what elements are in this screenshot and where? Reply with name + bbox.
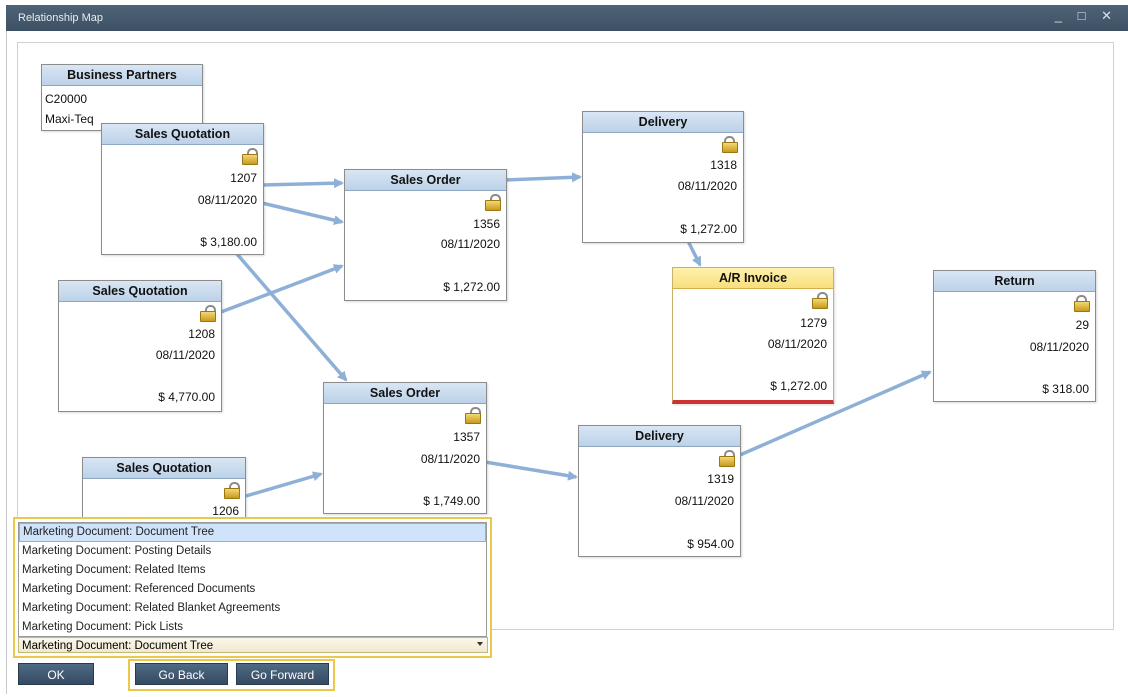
doc-number: 1356 (473, 217, 500, 231)
arrow-del1-inv (686, 240, 702, 267)
card-header: Business Partners (42, 65, 202, 86)
card-header: Sales Quotation (59, 281, 221, 302)
unlocked-lock-icon (199, 305, 216, 322)
card-header: Return (934, 271, 1095, 292)
doc-date: 08/11/2020 (420, 452, 480, 466)
card-header: Sales Quotation (83, 458, 245, 479)
doc-date: 08/11/2020 (440, 237, 500, 251)
unlocked-lock-icon (811, 292, 828, 309)
doc-amount: $ 318.00 (1042, 382, 1089, 396)
list-item[interactable]: Marketing Document: Document Tree (19, 523, 486, 542)
doc-number: 1208 (188, 327, 215, 341)
doc-date: 08/11/2020 (1029, 340, 1089, 354)
list-item[interactable]: Marketing Document: Pick Lists (19, 618, 486, 636)
go-back-button[interactable]: Go Back (135, 663, 228, 685)
doc-number: 1319 (707, 472, 734, 486)
doc-number: 29 (1075, 318, 1089, 332)
locked-lock-icon (721, 136, 738, 153)
doc-amount: $ 4,770.00 (158, 390, 215, 404)
view-selector-highlight: Marketing Document: Document Tree Market… (13, 517, 492, 658)
card-header: Delivery (579, 426, 740, 447)
sales-order-1357-card[interactable]: Sales Order 1357 08/11/2020 $ 1,749.00 (323, 382, 487, 514)
sales-order-1356-card[interactable]: Sales Order 1356 08/11/2020 $ 1,272.00 (344, 169, 507, 301)
list-item[interactable]: Marketing Document: Referenced Documents (19, 580, 486, 599)
arrow-so2-del2 (484, 460, 578, 481)
doc-amount: $ 1,749.00 (423, 494, 480, 508)
go-forward-button[interactable]: Go Forward (236, 663, 329, 685)
doc-date: 08/11/2020 (197, 193, 257, 207)
card-header: Delivery (583, 112, 743, 133)
arrow-sq1-so1b (261, 201, 344, 226)
unlocked-lock-icon (464, 407, 481, 424)
doc-date: 08/11/2020 (155, 348, 215, 362)
arrow-so1-del1 (504, 172, 582, 183)
bp-code: C20000 (45, 92, 88, 106)
delivery-1319-card[interactable]: Delivery 1319 08/11/2020 $ 954.00 (578, 425, 741, 557)
sales-quotation-1208-card[interactable]: Sales Quotation 1208 08/11/2020 $ 4,770.… (58, 280, 222, 412)
unlocked-lock-icon (223, 482, 240, 499)
bp-name: Maxi-Teq (45, 112, 94, 126)
doc-date: 08/11/2020 (677, 179, 737, 193)
business-partner-card[interactable]: Business Partners C20000 Maxi-Teq (41, 64, 203, 131)
doc-number: 1279 (800, 316, 827, 330)
doc-amount: $ 1,272.00 (770, 379, 827, 393)
arrow-sq1-so2 (235, 252, 348, 382)
unlocked-lock-icon (241, 148, 258, 165)
return-29-card[interactable]: Return 29 08/11/2020 $ 318.00 (933, 270, 1096, 402)
card-header: Sales Order (345, 170, 506, 191)
card-header: Sales Order (324, 383, 486, 404)
view-dropdown-value: Marketing Document: Document Tree (22, 640, 214, 652)
doc-amount: $ 1,272.00 (680, 222, 737, 236)
card-header: A/R Invoice (673, 268, 833, 289)
delivery-1318-card[interactable]: Delivery 1318 08/11/2020 $ 1,272.00 (582, 111, 744, 243)
unlocked-lock-icon (484, 194, 501, 211)
doc-number: 1207 (230, 171, 257, 185)
view-dropdown[interactable]: Marketing Document: Document Tree (18, 637, 488, 653)
doc-amount: $ 3,180.00 (200, 235, 257, 249)
locked-lock-icon (1073, 295, 1090, 312)
doc-number: 1357 (453, 430, 480, 444)
doc-number: 1318 (710, 158, 737, 172)
arrow-sq3-so2 (245, 471, 323, 498)
unlocked-lock-icon (718, 450, 735, 467)
view-options-list[interactable]: Marketing Document: Document Tree Market… (18, 522, 487, 637)
sales-quotation-1207-card[interactable]: Sales Quotation 1207 08/11/2020 $ 3,180.… (101, 123, 264, 255)
ar-invoice-1279-card[interactable]: A/R Invoice 1279 08/11/2020 $ 1,272.00 (672, 267, 834, 404)
doc-number: 1206 (212, 504, 239, 518)
ok-button[interactable]: OK (18, 663, 94, 685)
doc-date: 08/11/2020 (674, 494, 734, 508)
list-item[interactable]: Marketing Document: Posting Details (19, 542, 486, 561)
chevron-down-icon[interactable] (477, 642, 483, 646)
doc-amount: $ 1,272.00 (443, 280, 500, 294)
arrow-sq1-so1 (261, 178, 344, 189)
doc-amount: $ 954.00 (687, 537, 734, 551)
card-header: Sales Quotation (102, 124, 263, 145)
doc-date: 08/11/2020 (767, 337, 827, 351)
list-item[interactable]: Marketing Document: Related Items (19, 561, 486, 580)
list-item[interactable]: Marketing Document: Related Blanket Agre… (19, 599, 486, 618)
